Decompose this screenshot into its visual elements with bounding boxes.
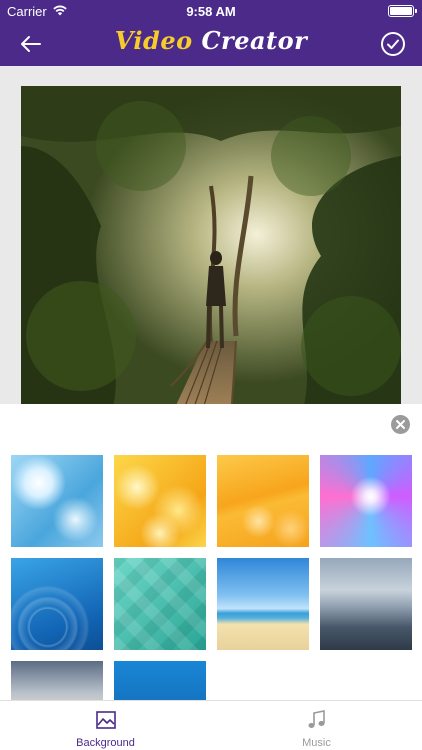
app-title: Video Creator bbox=[0, 26, 422, 55]
background-thumb-blue-sparkle[interactable] bbox=[114, 661, 206, 700]
video-creator-screen: Carrier 9:58 AM Video Creator Background… bbox=[0, 0, 422, 750]
background-thumb-yellow-bokeh[interactable] bbox=[114, 455, 206, 547]
background-thumb-blue-circles[interactable] bbox=[11, 558, 103, 650]
background-thumb-purple-light-burst[interactable] bbox=[320, 455, 412, 547]
preview-image bbox=[21, 86, 401, 416]
background-thumb-sunset-dock[interactable] bbox=[11, 661, 103, 700]
music-note-icon bbox=[308, 710, 325, 728]
background-thumb-light-blue-bokeh[interactable] bbox=[11, 455, 103, 547]
status-time: 9:58 AM bbox=[186, 4, 236, 19]
battery-icon bbox=[388, 5, 417, 17]
background-picker-sheet bbox=[0, 404, 422, 700]
title-video: Video bbox=[114, 26, 193, 55]
image-icon bbox=[96, 711, 116, 729]
video-preview bbox=[21, 86, 401, 416]
tab-music[interactable]: Music bbox=[211, 701, 422, 750]
navigation-bar: Video Creator bbox=[0, 22, 422, 66]
background-thumb-beach[interactable] bbox=[217, 558, 309, 650]
checkmark-circle-icon bbox=[381, 32, 405, 56]
top-bar: Carrier 9:58 AM Video Creator bbox=[0, 0, 422, 66]
close-sheet-button[interactable] bbox=[391, 415, 410, 434]
background-thumb-orange-waves[interactable] bbox=[217, 455, 309, 547]
tab-music-label: Music bbox=[302, 737, 331, 749]
close-circle-icon bbox=[396, 420, 405, 429]
done-button[interactable] bbox=[380, 31, 406, 57]
tab-bar: Background Music bbox=[0, 700, 422, 750]
title-creator: Creator bbox=[201, 26, 308, 55]
tab-background-label: Background bbox=[76, 737, 135, 749]
background-thumb-teal-diamonds[interactable] bbox=[114, 558, 206, 650]
tab-background[interactable]: Background bbox=[0, 701, 211, 750]
status-bar: Carrier 9:58 AM bbox=[0, 0, 422, 22]
background-thumb-city-skyline[interactable] bbox=[320, 558, 412, 650]
